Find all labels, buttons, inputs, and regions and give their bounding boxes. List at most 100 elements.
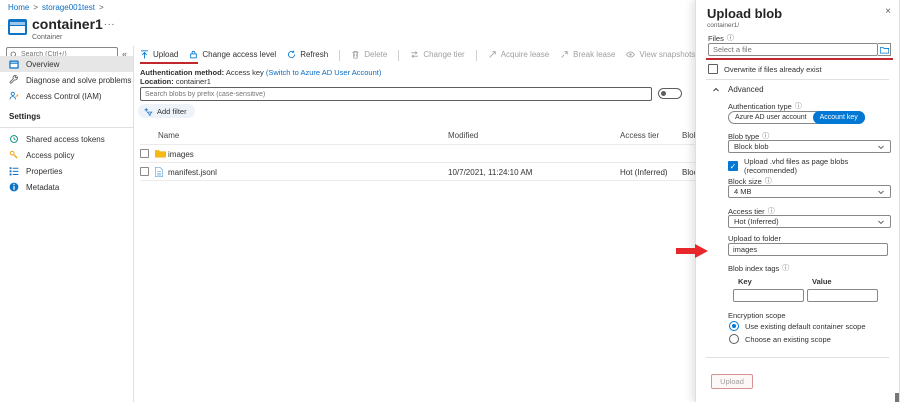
sidebar-section-settings: Settings <box>0 104 133 124</box>
page-subtitle: Container <box>32 34 62 41</box>
blob-name-link[interactable]: manifest.jsonl <box>168 168 217 177</box>
auth-option-account-key[interactable]: Account key <box>813 111 865 124</box>
breadcrumb: Home > storage001test > <box>8 3 104 12</box>
container-icon <box>9 60 19 69</box>
change-access-level-button[interactable]: Change access level <box>189 50 276 61</box>
upload-to-folder-field[interactable] <box>728 243 888 256</box>
trash-icon <box>351 50 360 59</box>
checkbox-checked[interactable]: ✓ <box>728 161 738 171</box>
file-select-input[interactable] <box>713 45 873 54</box>
row-checkbox[interactable] <box>140 167 149 176</box>
checkbox-unchecked[interactable] <box>708 64 718 74</box>
radio-selected[interactable] <box>729 321 739 331</box>
sidebar-item-label: Properties <box>26 167 62 176</box>
break-lease-icon <box>560 50 569 59</box>
refresh-icon <box>287 50 296 59</box>
view-snapshots-button[interactable]: View snapshots <box>626 50 695 61</box>
delete-button[interactable]: Delete <box>351 50 387 61</box>
blob-type-dropdown[interactable]: Block blob <box>728 140 891 153</box>
encryption-existing-label: Choose an existing scope <box>745 335 831 344</box>
container-icon <box>8 19 27 35</box>
blob-search-input[interactable] <box>145 91 647 98</box>
column-header-name[interactable]: Name <box>158 131 179 140</box>
encryption-existing-radio-row[interactable]: Choose an existing scope <box>729 334 831 344</box>
overwrite-label: Overwrite if files already exist <box>724 65 822 74</box>
vhd-checkbox-row[interactable]: ✓ Upload .vhd files as page blobs (recom… <box>728 157 899 175</box>
toolbar-separator <box>398 50 399 61</box>
block-size-dropdown[interactable]: 4 MB <box>728 185 891 198</box>
info-icon <box>9 182 19 192</box>
tag-value-input[interactable] <box>812 291 873 300</box>
authentication-method-line: Authentication method: Access key (Switc… <box>140 68 381 77</box>
table-row-manifest[interactable]: manifest.jsonl 10/7/2021, 11:24:10 AM Ho… <box>140 164 700 181</box>
blob-modified: 10/7/2021, 11:24:10 AM <box>448 168 532 177</box>
row-checkbox[interactable] <box>140 149 149 158</box>
location-value: container1 <box>176 77 211 86</box>
overwrite-checkbox-row[interactable]: Overwrite if files already exist <box>708 64 822 74</box>
table-divider <box>140 144 700 145</box>
sidebar: Overview Diagnose and solve problems Acc… <box>0 56 133 195</box>
auth-type-pill-toggle[interactable]: Azure AD user account Account key <box>728 111 865 124</box>
breadcrumb-separator: > <box>33 3 38 12</box>
lock-icon <box>189 50 198 59</box>
upload-command-button[interactable]: Upload <box>140 50 178 61</box>
sidebar-item-metadata[interactable]: Metadata <box>0 179 133 195</box>
sidebar-item-shared-access-tokens[interactable]: Shared access tokens <box>0 131 133 147</box>
sidebar-item-access-control[interactable]: Access Control (IAM) <box>0 88 133 104</box>
annotation-arrow <box>676 244 709 259</box>
access-tier-dropdown[interactable]: Hot (Inferred) <box>728 215 891 228</box>
upload-submit-button[interactable]: Upload <box>711 374 753 389</box>
info-icon: ⓘ <box>795 101 802 111</box>
more-menu-icon[interactable]: ... <box>104 17 115 28</box>
change-tier-button[interactable]: Change tier <box>410 50 464 61</box>
encryption-default-radio-row[interactable]: Use existing default container scope <box>729 321 866 331</box>
command-label: Upload <box>153 50 178 59</box>
show-deleted-blobs-toggle[interactable] <box>658 88 682 99</box>
eye-icon <box>626 50 635 59</box>
upload-to-folder-input[interactable] <box>733 245 883 254</box>
sidebar-item-label: Access Control (IAM) <box>26 92 102 101</box>
column-header-modified[interactable]: Modified <box>448 131 478 140</box>
radio-unselected[interactable] <box>729 334 739 344</box>
sidebar-item-diagnose[interactable]: Diagnose and solve problems <box>0 72 133 88</box>
blob-index-tags-label: Blob index tagsⓘ <box>728 263 789 273</box>
sidebar-item-access-policy[interactable]: Access policy <box>0 147 133 163</box>
blob-search-box[interactable] <box>140 87 652 101</box>
acquire-lease-button[interactable]: Acquire lease <box>488 50 549 61</box>
tag-key-field[interactable] <box>733 289 804 302</box>
sidebar-section-divider <box>0 127 133 128</box>
blob-name-link[interactable]: images <box>168 150 194 159</box>
access-tier-value: Hot (Inferred) <box>734 217 779 226</box>
break-lease-button[interactable]: Break lease <box>560 50 615 61</box>
tag-key-input[interactable] <box>738 291 799 300</box>
chevron-down-icon <box>877 143 885 151</box>
close-icon[interactable]: × <box>885 6 891 17</box>
folder-icon <box>155 149 166 158</box>
files-label: Filesⓘ <box>708 33 734 43</box>
advanced-section-toggle[interactable]: Advanced <box>712 85 764 94</box>
browse-files-button[interactable] <box>878 43 891 56</box>
file-select-field[interactable] <box>708 43 878 56</box>
block-size-value: 4 MB <box>734 187 752 196</box>
switch-auth-link[interactable]: (Switch to Azure AD User Account) <box>266 68 381 77</box>
scrollbar-thumb[interactable] <box>895 393 899 402</box>
tag-value-field[interactable] <box>807 289 878 302</box>
sidebar-item-overview[interactable]: Overview <box>0 56 133 72</box>
refresh-button[interactable]: Refresh <box>287 50 328 61</box>
advanced-label: Advanced <box>728 85 764 94</box>
chevron-up-icon <box>712 86 720 94</box>
info-icon: ⓘ <box>782 263 789 273</box>
sidebar-item-properties[interactable]: Properties <box>0 163 133 179</box>
column-header-access-tier[interactable]: Access tier <box>620 131 659 140</box>
command-label: Change tier <box>423 50 464 59</box>
command-bar: Upload Change access level Refresh Delet… <box>140 46 778 64</box>
breadcrumb-home-link[interactable]: Home <box>8 3 29 12</box>
add-filter-button[interactable]: Add filter <box>138 104 195 118</box>
sidebar-item-label: Overview <box>26 60 59 69</box>
auth-option-azure-ad[interactable]: Azure AD user account <box>729 114 813 121</box>
table-row-images[interactable]: images <box>140 146 700 163</box>
command-label: View snapshots <box>639 50 695 59</box>
file-icon <box>155 167 163 177</box>
breadcrumb-storage-link[interactable]: storage001test <box>42 3 95 12</box>
breadcrumb-separator: > <box>99 3 104 12</box>
